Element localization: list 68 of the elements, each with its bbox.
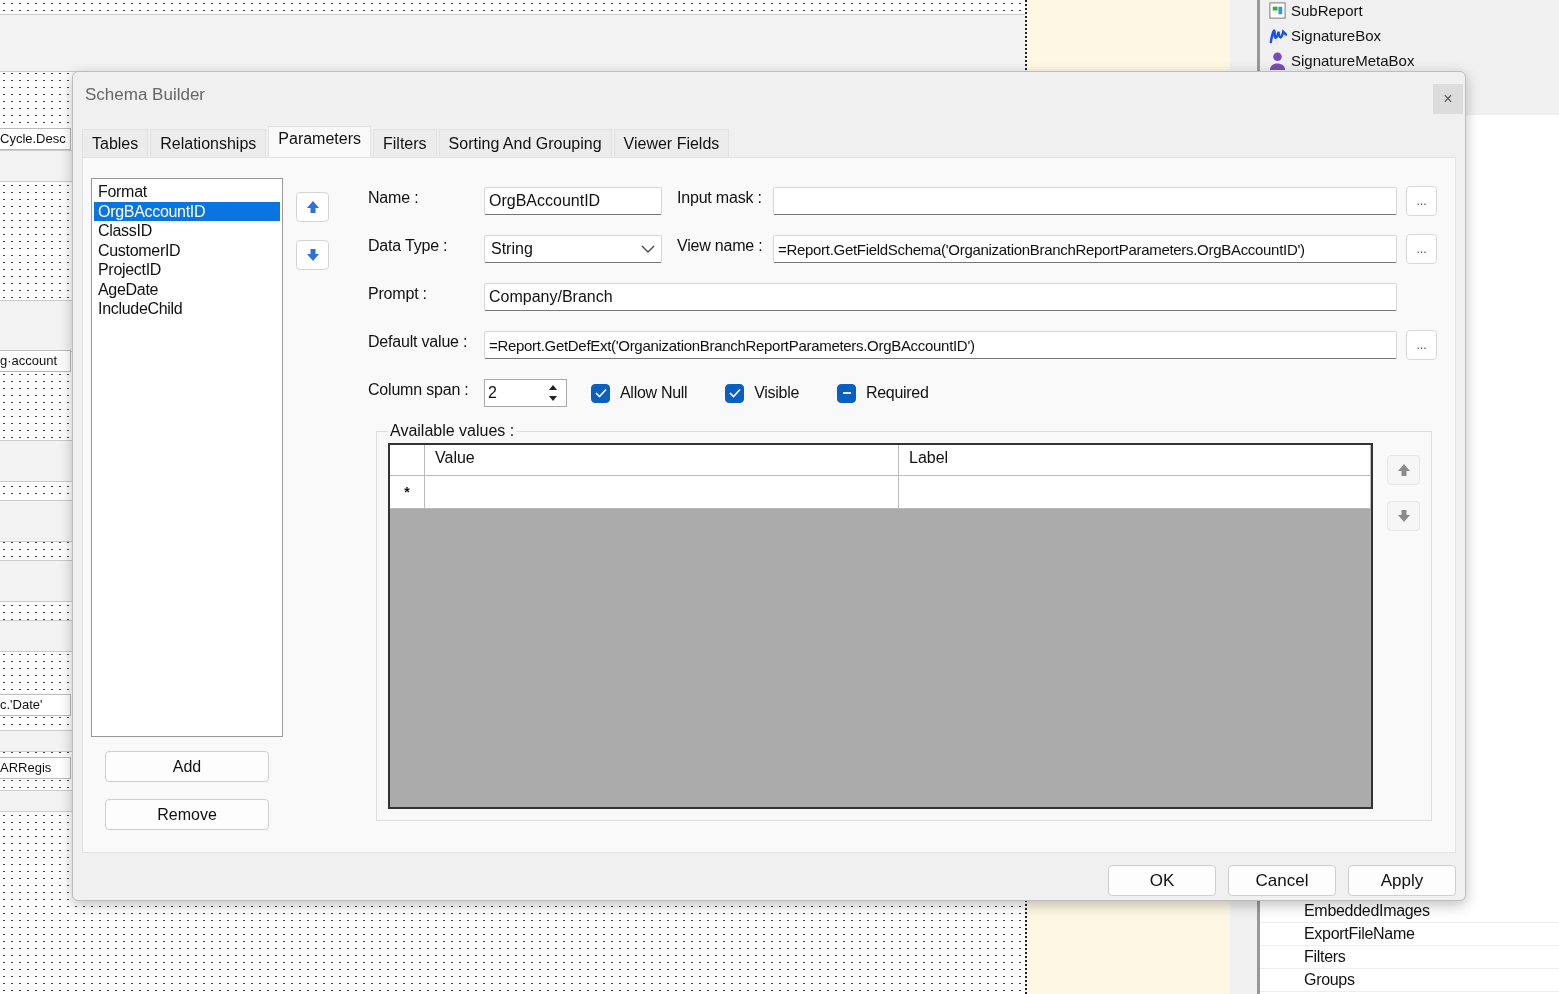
dialog-button[interactable]: Apply <box>1348 865 1456 896</box>
dialog-title: Schema Builder <box>85 84 205 105</box>
toolbox-item[interactable]: SignatureMetaBox <box>1291 51 1415 69</box>
report-field: g·account <box>0 350 71 372</box>
dialog-button[interactable]: Cancel <box>1228 865 1336 896</box>
parameter-item[interactable]: ClassID <box>94 221 280 241</box>
move-up-button[interactable] <box>296 192 329 222</box>
property-name: Groups <box>1304 971 1355 989</box>
browse-button[interactable]: ... <box>1406 234 1437 264</box>
field-label: Name : <box>368 188 420 208</box>
parameter-item[interactable]: AgeDate <box>94 279 280 299</box>
checkbox-label: Required <box>866 384 929 402</box>
view-name-field[interactable]: =Report.GetFieldSchema('OrganizationBranchReportParameters.OrgBAccountID') <box>773 235 1397 263</box>
arrow-down-icon <box>305 248 320 262</box>
checkbox-label: Visible <box>754 384 799 402</box>
tab[interactable]: Sorting And Grouping <box>438 129 612 157</box>
parameter-item[interactable]: ProjectID <box>94 260 280 280</box>
browse-button[interactable]: ... <box>1406 186 1437 216</box>
toolbox-item[interactable]: SignatureBox <box>1291 26 1382 44</box>
arrow-down-icon <box>1396 509 1411 523</box>
parameter-item[interactable]: Format <box>94 182 280 202</box>
field-label: Default value : <box>368 332 469 352</box>
checkbox[interactable] <box>837 383 856 403</box>
tab[interactable]: Viewer Fields <box>613 129 730 157</box>
tab[interactable]: Relationships <box>150 129 267 157</box>
move-down-button[interactable] <box>296 240 329 270</box>
column-span-spinner[interactable]: 2 <box>484 379 567 407</box>
column-header[interactable]: Label <box>899 445 1371 475</box>
input-mask-field[interactable] <box>773 187 1397 215</box>
tab[interactable]: Tables <box>82 129 149 157</box>
property-name: ExportFileName <box>1304 925 1415 943</box>
move-up-button[interactable] <box>1387 455 1420 485</box>
report-icon <box>1268 0 1287 20</box>
arrow-up-icon <box>305 200 320 214</box>
report-field: ARRegis <box>0 757 71 779</box>
remove-button[interactable]: Remove <box>105 799 269 830</box>
default-value-field[interactable]: =Report.GetDefExt('OrganizationBranchReportParameters.OrgBAccountID') <box>484 331 1397 359</box>
parameter-item[interactable]: OrgBAccountID <box>94 201 280 221</box>
report-field: Cycle.Desc <box>0 128 71 150</box>
data-type-dropdown[interactable]: String <box>484 235 662 263</box>
checkbox[interactable] <box>591 383 610 403</box>
toolbox-item[interactable]: SubReport <box>1291 1 1363 19</box>
parameter-item[interactable]: IncludeChild <box>94 299 280 319</box>
field-label: Input mask : <box>676 188 763 208</box>
group-box-title: Available values : <box>389 422 516 440</box>
parameter-item[interactable]: CustomerID <box>94 240 280 260</box>
browse-button[interactable]: ... <box>1406 330 1437 360</box>
field-label: Data Type : <box>368 236 449 256</box>
person-icon <box>1268 50 1287 70</box>
name-field[interactable]: OrgBAccountID <box>484 187 662 215</box>
move-down-button[interactable] <box>1387 501 1420 531</box>
prompt-field[interactable]: Company/Branch <box>484 283 1397 311</box>
property-name: EmbeddedImages <box>1304 902 1430 920</box>
report-field: c.'Date' <box>0 694 71 716</box>
add-button[interactable]: Add <box>105 751 269 782</box>
chevron-down-icon <box>641 244 655 254</box>
field-label: Prompt : <box>368 284 428 304</box>
field-label: Column span : <box>368 380 470 400</box>
checkbox[interactable] <box>725 383 745 403</box>
column-header[interactable]: Value <box>425 445 899 475</box>
field-label: View name : <box>676 236 764 256</box>
tab[interactable]: Filters <box>373 129 437 157</box>
dialog-button[interactable]: OK <box>1108 865 1216 896</box>
checkbox-label: Allow Null <box>620 384 688 402</box>
close-button[interactable]: × <box>1433 84 1463 114</box>
arrow-up-icon <box>1396 463 1411 477</box>
property-name: Filters <box>1304 948 1346 966</box>
tab[interactable]: Parameters <box>268 126 371 157</box>
